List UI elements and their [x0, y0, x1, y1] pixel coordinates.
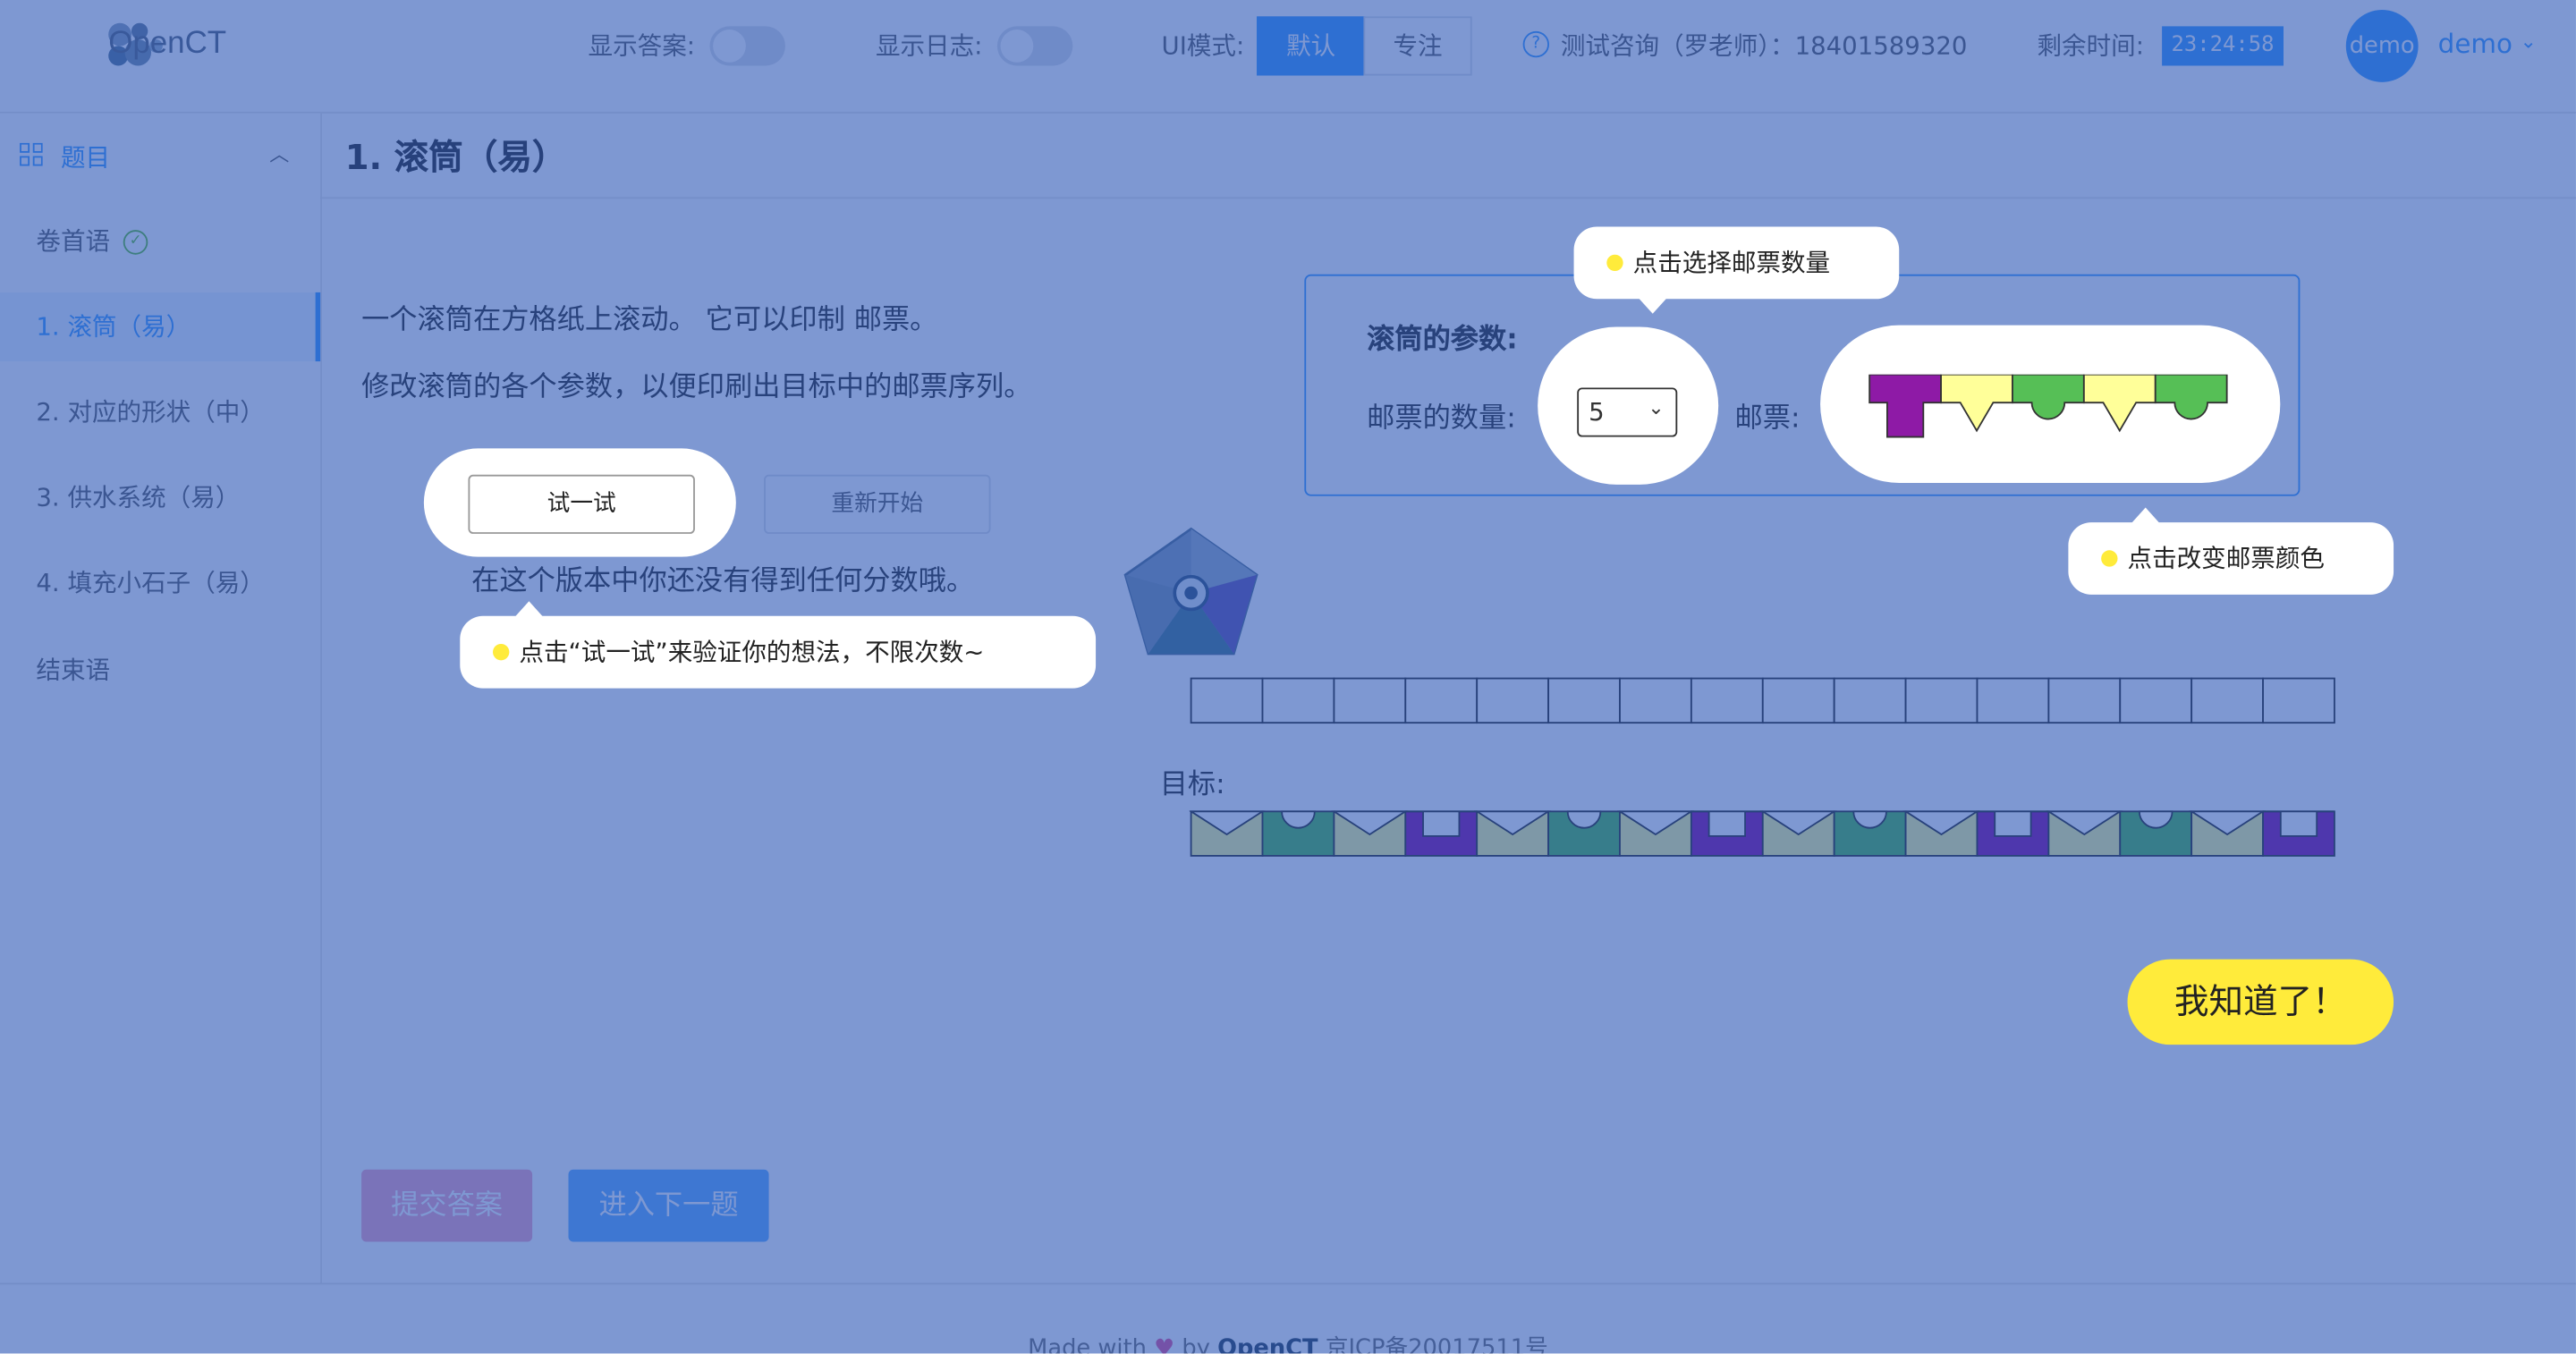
sidebar-item-q3[interactable]: 3. 供水系统（易）	[0, 463, 320, 532]
dot-icon	[493, 643, 510, 661]
consult-text: 测试咨询（罗老师）：18401589320	[1560, 30, 1968, 61]
grid-cell	[1619, 677, 1692, 724]
tip-tail	[513, 601, 544, 618]
footer-brand[interactable]: OpenCT	[1217, 1335, 1318, 1353]
top-header: OpenCT 显示答案: 显示日志: UI模式: 默认 专注 ? 测试咨询（罗老…	[0, 0, 2576, 114]
stamp-1[interactable]	[1868, 374, 1942, 438]
grid-cell	[1761, 677, 1835, 724]
page-title: 1. 滚筒（易）	[344, 138, 567, 178]
grid-cell	[2119, 677, 2193, 724]
sidebar-item-preface[interactable]: 卷首语 ✓	[0, 207, 320, 275]
intro-paragraph-2: 修改滚筒的各个参数，以便印刷出目标中的邮票序列。	[361, 371, 1032, 404]
target-label: 目标:	[1159, 768, 1225, 802]
grid-cell	[2262, 677, 2335, 724]
sidebar-item-label: 2. 对应的形状（中）	[36, 397, 265, 427]
stamp-row	[1868, 374, 2228, 438]
intro-paragraph-1: 一个滚筒在方格纸上滚动。 它可以印制 邮票。	[361, 303, 938, 337]
username[interactable]: demo	[2438, 28, 2512, 59]
tip-stamp-color: 点击改变邮票颜色	[2068, 522, 2394, 595]
ui-mode-focus[interactable]: 专注	[1363, 16, 1472, 76]
got-it-button[interactable]: 我知道了！	[2127, 959, 2394, 1045]
show-log-label: 显示日志:	[875, 30, 983, 61]
try-button[interactable]: 试一试	[468, 474, 695, 534]
stamp-2[interactable]	[1940, 374, 2013, 433]
tip-tail	[1638, 297, 1668, 314]
stamp-3[interactable]	[2012, 374, 2085, 420]
submit-answer-button[interactable]: 提交答案	[361, 1169, 533, 1242]
ui-mode-default[interactable]: 默认	[1257, 16, 1366, 76]
sidebar-item-q1[interactable]: 1. 滚筒（易）	[0, 292, 321, 362]
chevron-down-icon[interactable]: ⌄	[2520, 30, 2536, 53]
toggle-knob	[713, 30, 746, 63]
sidebar-item-ending[interactable]: 结束语	[0, 636, 320, 705]
show-answer-label: 显示答案:	[588, 30, 696, 61]
dot-icon	[2101, 550, 2118, 567]
sidebar-item-q4[interactable]: 4. 填充小石子（易）	[0, 548, 320, 617]
sidebar-header[interactable]: 题目 ︿	[0, 114, 320, 199]
stamp-count-label: 邮票的数量:	[1367, 402, 1516, 436]
tip-tail	[2131, 507, 2161, 524]
sidebar-item-label: 3. 供水系统（易）	[36, 482, 241, 513]
chevron-down-icon: ⌄	[1648, 395, 1665, 419]
remaining-time: 23:24:58	[2162, 26, 2284, 66]
grid-cell	[1333, 677, 1407, 724]
sidebar-item-label: 1. 滚筒（易）	[36, 311, 191, 343]
print-grid	[1190, 677, 2335, 724]
params-title: 滚筒的参数:	[1367, 323, 1518, 357]
stamps-label: 邮票:	[1734, 402, 1801, 436]
grid-cell	[1190, 677, 1264, 724]
toggle-knob	[1000, 30, 1034, 63]
tip-stamp-count: 点击选择邮票数量	[1573, 226, 1900, 300]
roller-graphic	[1123, 527, 1258, 656]
sidebar-title: 题目	[60, 142, 111, 173]
ui-mode-label: UI模式:	[1161, 30, 1245, 61]
grid-cell	[1547, 677, 1621, 724]
show-log-toggle[interactable]	[996, 26, 1073, 66]
grid-icon	[20, 142, 43, 166]
grid-cell	[2190, 677, 2264, 724]
icp-link[interactable]: 京ICP备20017511号	[1326, 1335, 1548, 1353]
grid-cell	[1904, 677, 1979, 724]
stamp-count-select[interactable]: 5 ⌄	[1577, 387, 1678, 437]
chevron-up-icon[interactable]: ︿	[269, 140, 289, 167]
restart-button[interactable]: 重新开始	[764, 474, 991, 534]
heart-icon: ♥	[1154, 1335, 1175, 1354]
check-circle-icon: ✓	[123, 230, 148, 255]
logo-text: OpenCT	[108, 26, 227, 61]
grid-cell	[1404, 677, 1479, 724]
target-strip	[1189, 810, 2335, 857]
sidebar-item-label: 卷首语	[36, 226, 111, 257]
stamp-count-value: 5	[1589, 397, 1605, 427]
help-icon: ?	[1522, 30, 1550, 58]
footer-text: Made with ♥ by OpenCT 京ICP备20017511号	[0, 1331, 2576, 1354]
stamp-5[interactable]	[2154, 374, 2228, 420]
avatar[interactable]: demo	[2345, 10, 2419, 82]
score-note: 在这个版本中你还没有得到任何分数哦。	[471, 564, 975, 598]
remaining-time-label: 剩余时间:	[2037, 30, 2145, 61]
sidebar-item-q2[interactable]: 2. 对应的形状（中）	[0, 377, 320, 446]
sidebar-item-label: 4. 填充小石子（易）	[36, 568, 265, 598]
grid-cell	[1690, 677, 1764, 724]
tip-try: 点击“试一试”来验证你的想法，不限次数~	[460, 615, 1097, 689]
title-bar	[320, 112, 2576, 199]
grid-cell	[1976, 677, 2050, 724]
sidebar: 题目 ︿ 卷首语 ✓ 1. 滚筒（易） 2. 对应的形状（中） 3. 供水系统（易…	[0, 113, 322, 1283]
grid-cell	[2047, 677, 2122, 724]
stamp-4[interactable]	[2082, 374, 2157, 433]
grid-cell	[1476, 677, 1550, 724]
show-answer-toggle[interactable]	[709, 26, 785, 66]
app-stage: OpenCT 显示答案: 显示日志: UI模式: 默认 专注 ? 测试咨询（罗老…	[0, 0, 2576, 1354]
grid-cell	[1261, 677, 1335, 724]
sidebar-item-label: 结束语	[36, 655, 111, 685]
footer: Made with ♥ by OpenCT 京ICP备20017511号	[0, 1282, 2576, 1354]
grid-cell	[1833, 677, 1907, 724]
dot-icon	[1606, 254, 1623, 272]
next-question-button[interactable]: 进入下一题	[568, 1169, 769, 1242]
